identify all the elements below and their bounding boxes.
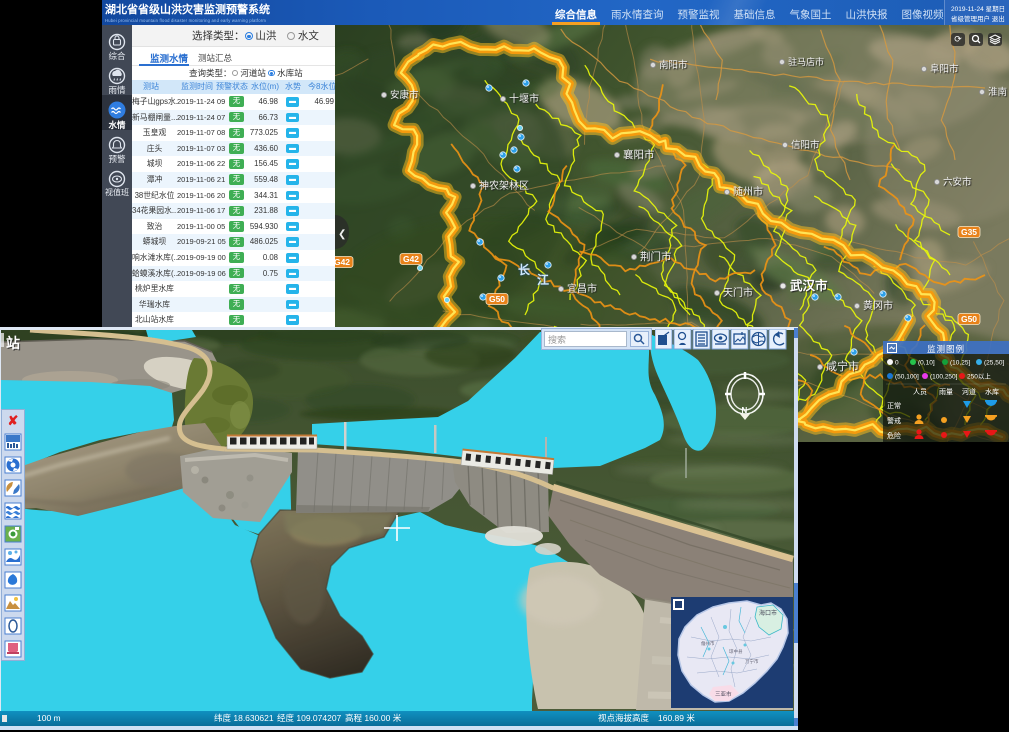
svg-text:河道: 河道	[962, 387, 976, 396]
svg-text:荆门市: 荆门市	[640, 250, 672, 263]
svg-text:正常: 正常	[887, 401, 901, 410]
svg-text:N: N	[742, 406, 748, 415]
svg-text:江: 江	[537, 272, 549, 287]
svg-text:G50: G50	[489, 294, 505, 304]
svg-text:站: 站	[6, 335, 20, 351]
svg-text:危险: 危险	[887, 431, 901, 440]
svg-text:G35: G35	[961, 227, 977, 237]
svg-text:万宁市: 万宁市	[745, 658, 759, 665]
svg-text:随州市: 随州市	[733, 185, 763, 198]
svg-text:(25,50]: (25,50]	[984, 360, 1004, 367]
svg-text:三亚市: 三亚市	[715, 690, 732, 698]
svg-text:淮南: 淮南	[988, 86, 1007, 98]
svg-text:安康市: 安康市	[390, 89, 419, 101]
svg-text:G42: G42	[403, 254, 419, 264]
svg-text:十堰市: 十堰市	[509, 92, 539, 105]
svg-text:宜昌市: 宜昌市	[567, 282, 597, 295]
svg-text:250以上: 250以上	[967, 372, 991, 381]
svg-text:0: 0	[895, 360, 899, 367]
svg-text:(50,100]: (50,100]	[895, 374, 919, 381]
svg-text:神农架林区: 神农架林区	[479, 179, 529, 192]
svg-text:儋州市: 儋州市	[701, 640, 715, 647]
svg-text:水库: 水库	[985, 387, 999, 396]
svg-text:六安市: 六安市	[943, 176, 972, 188]
svg-text:海口市: 海口市	[759, 609, 777, 617]
svg-text:(10,25]: (10,25]	[950, 360, 970, 367]
svg-text:信阳市: 信阳市	[791, 139, 820, 151]
svg-text:阜阳市: 阜阳市	[930, 63, 959, 75]
svg-text:武汉市: 武汉市	[790, 278, 828, 293]
svg-text:琼中县: 琼中县	[729, 648, 743, 655]
svg-text:(0,10]: (0,10]	[918, 360, 935, 367]
svg-text:雨量: 雨量	[939, 388, 953, 396]
svg-text:❮: ❮	[338, 229, 346, 240]
svg-text:天门市: 天门市	[723, 286, 753, 299]
svg-text:驻马店市: 驻马店市	[788, 56, 824, 67]
svg-text:G50: G50	[961, 314, 977, 324]
svg-text:咸宁市: 咸宁市	[826, 359, 859, 373]
svg-text:长: 长	[518, 262, 531, 277]
svg-text:襄阳市: 襄阳市	[623, 148, 655, 161]
svg-text:(100,250]: (100,250]	[930, 374, 958, 381]
svg-text:人员: 人员	[913, 388, 927, 396]
svg-text:警戒: 警戒	[887, 416, 901, 425]
svg-text:G42: G42	[335, 257, 350, 267]
svg-text:南阳市: 南阳市	[659, 59, 688, 71]
svg-text:黄冈市: 黄冈市	[863, 299, 893, 312]
